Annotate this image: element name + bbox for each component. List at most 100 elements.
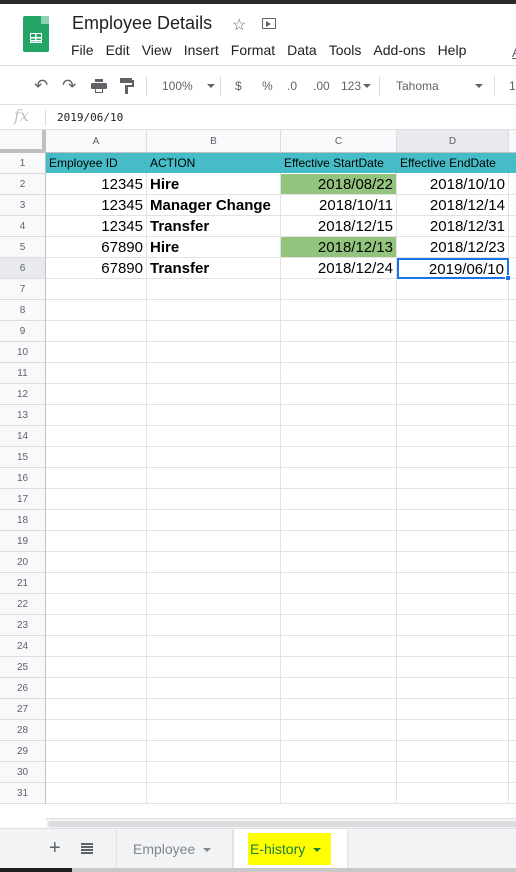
cell-a24[interactable] [46,636,147,657]
cell-c4[interactable]: 2018/12/15 [281,216,397,237]
column-header-c[interactable]: C [281,130,397,153]
cell-c26[interactable] [281,678,397,699]
row-header[interactable]: 19 [0,531,46,552]
cell-c3[interactable]: 2018/10/11 [281,195,397,216]
cell-b13[interactable] [147,405,281,426]
cell-a11[interactable] [46,363,147,384]
menu-insert[interactable]: Insert [184,42,219,58]
cell-d3[interactable]: 2018/12/14 [397,195,509,216]
decrease-decimal-button[interactable]: .0 [287,67,297,105]
cell-a22[interactable] [46,594,147,615]
cell-a2[interactable]: 12345 [46,174,147,195]
cell-e20[interactable] [509,552,516,573]
cell-d29[interactable] [397,741,509,762]
undo-icon[interactable]: ↶ [34,67,48,105]
cell-e23[interactable] [509,615,516,636]
cell-c19[interactable] [281,531,397,552]
cell-b19[interactable] [147,531,281,552]
cell-c6[interactable]: 2018/12/24 [281,258,397,279]
row-header[interactable]: 29 [0,741,46,762]
row-header[interactable]: 6 [0,258,46,279]
font-size-select[interactable]: 1 [509,67,516,105]
cell-e2[interactable] [509,174,516,195]
row-header[interactable]: 30 [0,762,46,783]
cell-a23[interactable] [46,615,147,636]
cell-e12[interactable] [509,384,516,405]
cell-d7[interactable] [397,279,509,300]
menu-data[interactable]: Data [287,42,317,58]
cell-e13[interactable] [509,405,516,426]
cell-b1[interactable]: ACTION [147,153,281,174]
cell-d31[interactable] [397,783,509,804]
cell-d11[interactable] [397,363,509,384]
row-header[interactable]: 31 [0,783,46,804]
cell-a27[interactable] [46,699,147,720]
cell-d15[interactable] [397,447,509,468]
cell-e18[interactable] [509,510,516,531]
menu-addons[interactable]: Add-ons [373,42,425,58]
cell-b18[interactable] [147,510,281,531]
cell-b24[interactable] [147,636,281,657]
cell-c14[interactable] [281,426,397,447]
cell-e5[interactable] [509,237,516,258]
cell-c17[interactable] [281,489,397,510]
cell-e24[interactable] [509,636,516,657]
cell-d6[interactable]: 2019/06/10 [397,258,509,279]
cell-b28[interactable] [147,720,281,741]
row-header[interactable]: 1 [0,153,46,174]
row-header[interactable]: 15 [0,447,46,468]
cell-d21[interactable] [397,573,509,594]
cell-e14[interactable] [509,426,516,447]
cell-b31[interactable] [147,783,281,804]
add-sheet-button[interactable]: + [49,837,61,860]
cell-d13[interactable] [397,405,509,426]
cell-b4[interactable]: Transfer [147,216,281,237]
cell-e1[interactable] [509,153,516,174]
cell-a25[interactable] [46,657,147,678]
menu-file[interactable]: File [71,42,94,58]
chevron-down-icon[interactable] [313,848,322,853]
row-header[interactable]: 8 [0,300,46,321]
formula-input[interactable]: 2019/06/10 [57,111,123,124]
cell-e15[interactable] [509,447,516,468]
cell-c16[interactable] [281,468,397,489]
cell-b9[interactable] [147,321,281,342]
cell-b15[interactable] [147,447,281,468]
cell-c7[interactable] [281,279,397,300]
row-header[interactable]: 27 [0,699,46,720]
sheet-tab-employee[interactable]: Employee [116,829,233,869]
cell-a13[interactable] [46,405,147,426]
cell-c22[interactable] [281,594,397,615]
cell-a28[interactable] [46,720,147,741]
cell-d12[interactable] [397,384,509,405]
cell-b12[interactable] [147,384,281,405]
all-sheets-menu-icon[interactable] [81,843,93,854]
cell-e9[interactable] [509,321,516,342]
cell-b8[interactable] [147,300,281,321]
cell-c23[interactable] [281,615,397,636]
cell-b7[interactable] [147,279,281,300]
row-header[interactable]: 20 [0,552,46,573]
row-header[interactable]: 18 [0,510,46,531]
cell-c27[interactable] [281,699,397,720]
row-header[interactable]: 10 [0,342,46,363]
cell-d19[interactable] [397,531,509,552]
cell-b22[interactable] [147,594,281,615]
row-header[interactable]: 5 [0,237,46,258]
row-header[interactable]: 28 [0,720,46,741]
cell-e17[interactable] [509,489,516,510]
row-header[interactable]: 7 [0,279,46,300]
cell-e30[interactable] [509,762,516,783]
menu-edit[interactable]: Edit [106,42,130,58]
cell-d16[interactable] [397,468,509,489]
cell-b23[interactable] [147,615,281,636]
cell-c8[interactable] [281,300,397,321]
row-header[interactable]: 3 [0,195,46,216]
cell-a10[interactable] [46,342,147,363]
cell-a14[interactable] [46,426,147,447]
horizontal-scrollbar[interactable] [46,818,516,828]
cell-c24[interactable] [281,636,397,657]
cell-c11[interactable] [281,363,397,384]
cell-e26[interactable] [509,678,516,699]
cell-e11[interactable] [509,363,516,384]
